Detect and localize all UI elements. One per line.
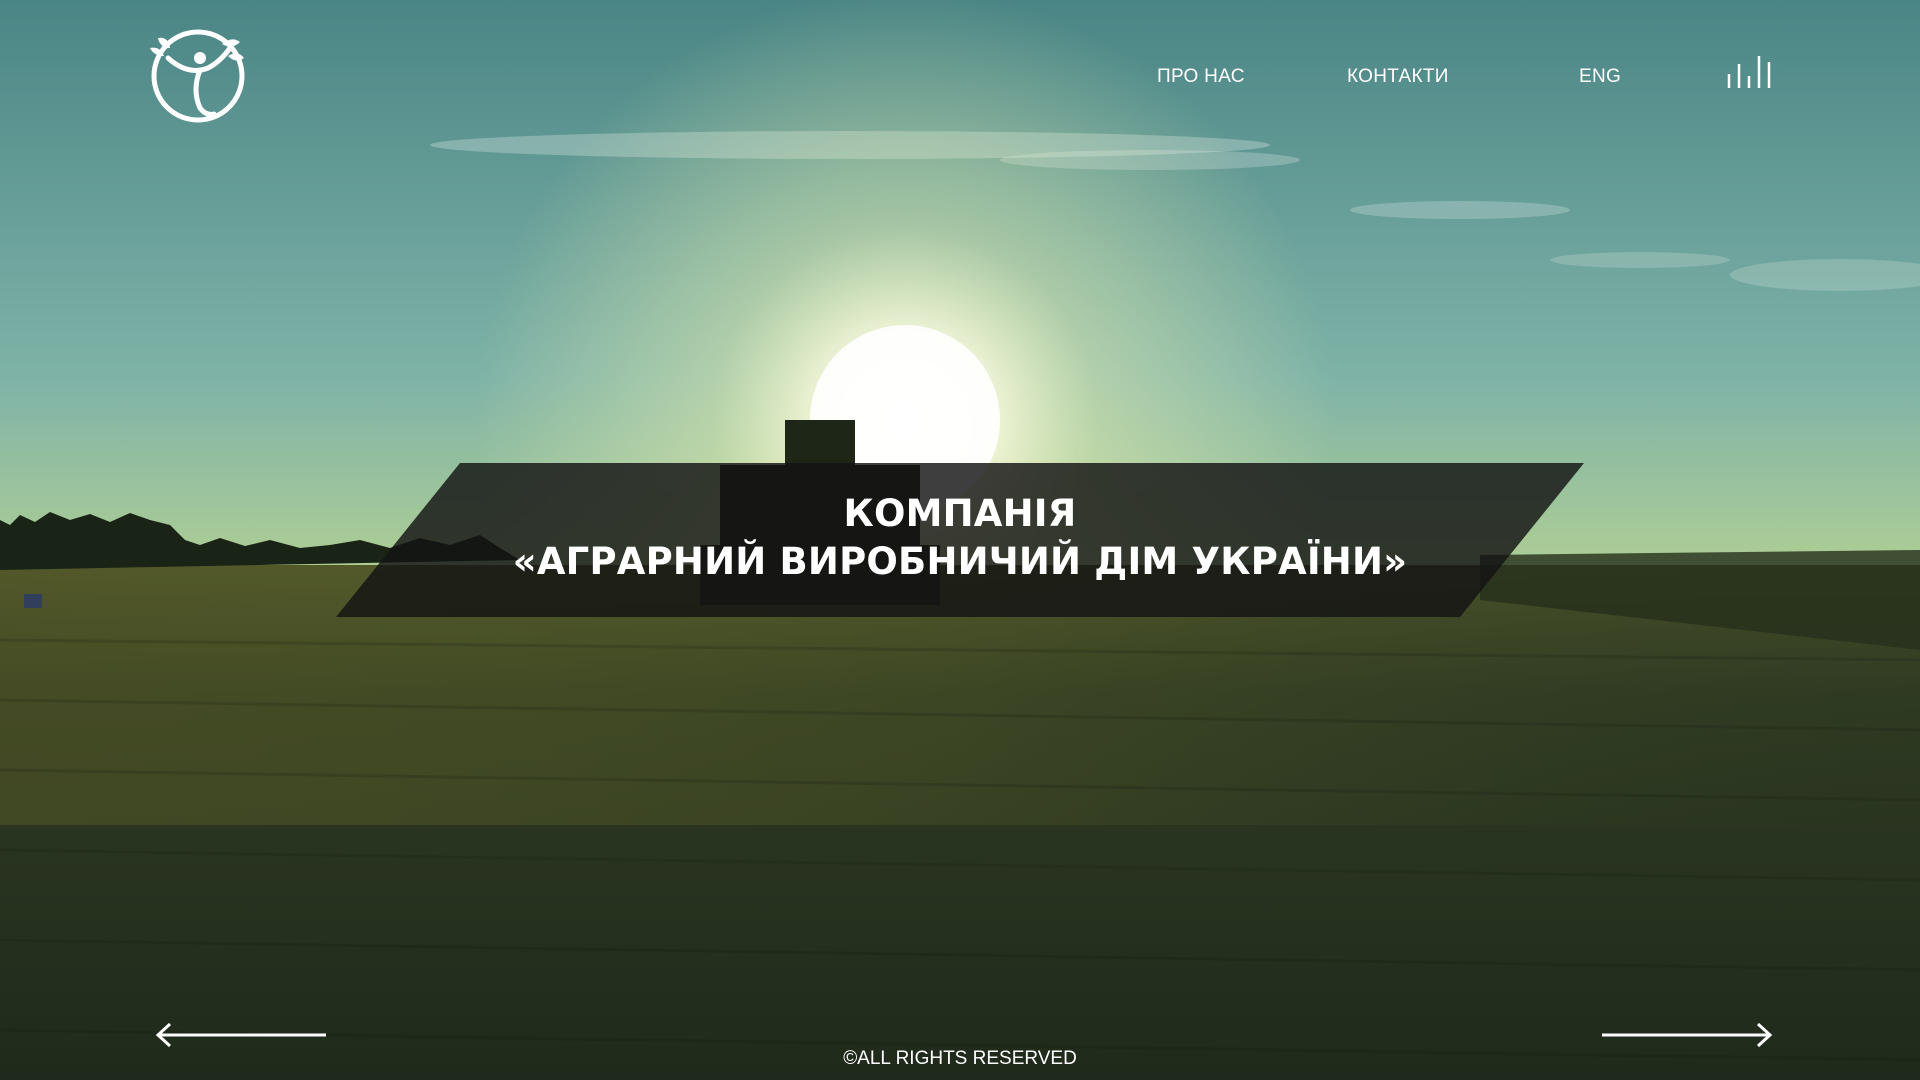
hero-page: ПРО НАС КОНТАКТИ ENG КОМПАНІЯ «АГРАРНИЙ … xyxy=(0,0,1920,1080)
hero-title-line2: «АГРАРНИЙ ВИРОБНИЧИЙ ДІМ УКРАЇНИ» xyxy=(512,540,1408,583)
nav-about-link[interactable]: ПРО НАС xyxy=(1157,62,1245,92)
main-navigation: ПРО НАС КОНТАКТИ ENG xyxy=(0,62,1920,92)
sound-bars-icon[interactable] xyxy=(1726,54,1774,90)
copyright-text: ©ALL RIGHTS RESERVED xyxy=(843,1048,1077,1069)
hero-title: КОМПАНІЯ «АГРАРНИЙ ВИРОБНИЧИЙ ДІМ УКРАЇН… xyxy=(0,490,1920,586)
nav-contacts-link[interactable]: КОНТАКТИ xyxy=(1347,62,1449,92)
hero-title-line1: КОМПАНІЯ xyxy=(843,492,1077,535)
language-switch-link[interactable]: ENG xyxy=(1579,62,1621,92)
